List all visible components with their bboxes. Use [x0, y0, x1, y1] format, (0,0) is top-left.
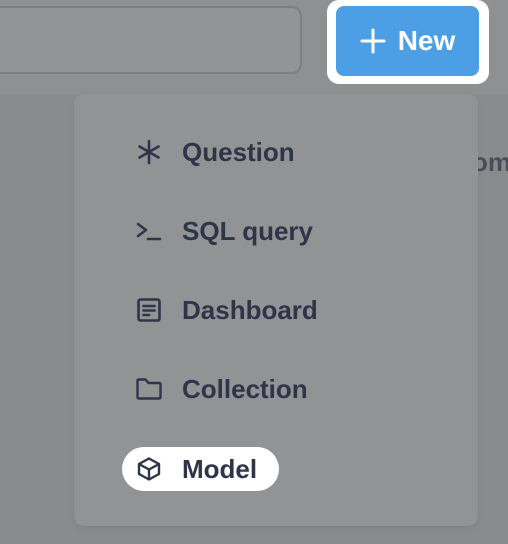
menu-item-label: SQL query [182, 215, 314, 246]
search-input[interactable] [0, 6, 302, 74]
menu-item-label: Question [182, 136, 295, 167]
top-bar: New [0, 0, 508, 94]
menu-item-question[interactable]: Question [124, 131, 305, 173]
cube-icon [134, 454, 164, 484]
menu-item-label: Model [182, 453, 258, 484]
new-menu: Question SQL query Dashboard Collection … [74, 94, 478, 526]
folder-icon [134, 374, 164, 404]
plus-icon [360, 28, 386, 54]
menu-item-model[interactable]: Model [122, 447, 280, 491]
menu-item-collection[interactable]: Collection [124, 368, 318, 410]
sparkle-icon [134, 137, 164, 167]
menu-item-label: Dashboard [182, 294, 318, 325]
dashboard-icon [134, 295, 164, 325]
menu-item-dashboard[interactable]: Dashboard [124, 289, 328, 331]
menu-item-label: Collection [182, 373, 308, 404]
new-button[interactable]: New [336, 6, 479, 76]
menu-item-sql-query[interactable]: SQL query [124, 210, 323, 252]
new-button-label: New [397, 25, 456, 56]
terminal-icon [134, 216, 164, 246]
